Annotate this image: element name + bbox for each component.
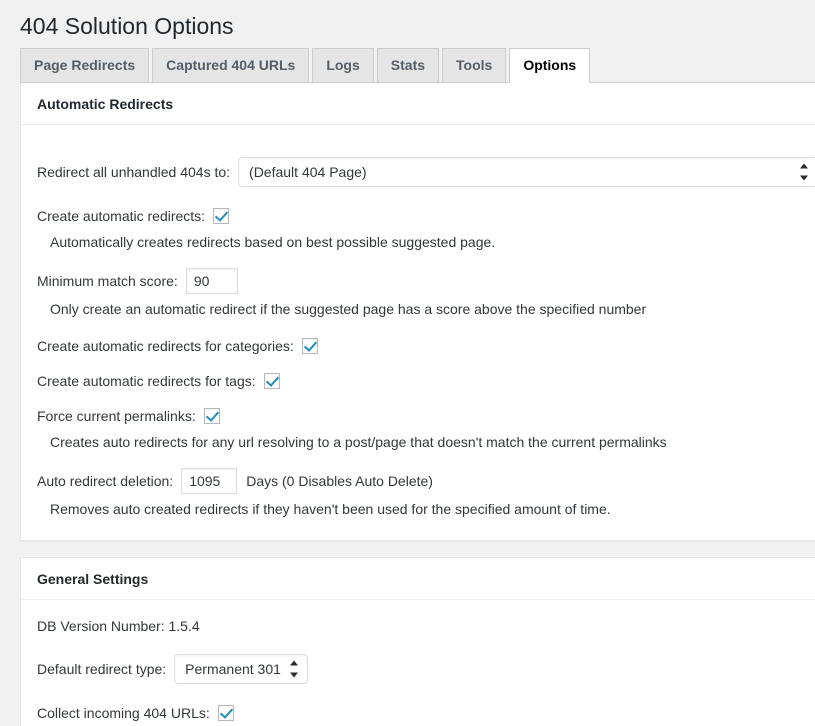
- categories-redirects-label: Create automatic redirects for categorie…: [37, 336, 294, 356]
- minimum-match-score-description: Only create an automatic redirect if the…: [37, 299, 815, 319]
- admin-page: 404 Solution Options Page Redirects Capt…: [0, 0, 815, 726]
- general-settings-body: DB Version Number: 1.5.4 Default redirec…: [21, 600, 815, 726]
- collect-404-urls-label: Collect incoming 404 URLs:: [37, 703, 210, 723]
- auto-redirect-deletion-unit: Days (0 Disables Auto Delete): [246, 471, 433, 491]
- redirect-all-select-wrap: (Default 404 Page): [230, 157, 815, 187]
- tags-redirects-row: Create automatic redirects for tags:: [37, 370, 815, 392]
- auto-redirect-deletion-input[interactable]: [181, 468, 237, 494]
- create-auto-redirects-description: Automatically creates redirects based on…: [37, 232, 815, 252]
- force-permalinks-checkbox[interactable]: [204, 408, 220, 424]
- default-redirect-type-select-wrap: Permanent 301: [166, 654, 308, 684]
- create-auto-redirects-checkbox[interactable]: [213, 208, 229, 224]
- auto-redirect-deletion-label: Auto redirect deletion:: [37, 471, 173, 491]
- tab-captured-404-urls[interactable]: Captured 404 URLs: [152, 48, 309, 83]
- automatic-redirects-panel: Automatic Redirects Redirect all unhandl…: [20, 83, 815, 541]
- default-redirect-type-select[interactable]: Permanent 301: [174, 654, 308, 684]
- categories-redirects-row: Create automatic redirects for categorie…: [37, 335, 815, 357]
- auto-redirect-deletion-row: Auto redirect deletion: Days (0 Disables…: [37, 468, 815, 494]
- db-version-number: DB Version Number: 1.5.4: [37, 616, 815, 636]
- redirect-all-label: Redirect all unhandled 404s to:: [37, 162, 230, 182]
- minimum-match-score-row: Minimum match score:: [37, 268, 815, 294]
- tab-bar: Page Redirects Captured 404 URLs Logs St…: [20, 47, 815, 83]
- force-permalinks-row: Force current permalinks:: [37, 405, 815, 427]
- collect-404-urls-row: Collect incoming 404 URLs:: [37, 702, 815, 724]
- automatic-redirects-header: Automatic Redirects: [21, 83, 815, 125]
- tab-page-redirects[interactable]: Page Redirects: [20, 48, 149, 83]
- tab-logs[interactable]: Logs: [312, 48, 373, 83]
- create-auto-redirects-row: Create automatic redirects:: [37, 205, 815, 227]
- tab-tools[interactable]: Tools: [442, 48, 506, 83]
- general-settings-panel: General Settings DB Version Number: 1.5.…: [20, 557, 815, 726]
- default-redirect-type-row: Default redirect type: Permanent 301: [37, 654, 815, 684]
- collect-404-urls-checkbox[interactable]: [218, 705, 234, 721]
- minimum-match-score-input[interactable]: [186, 268, 238, 294]
- force-permalinks-label: Force current permalinks:: [37, 406, 196, 426]
- tab-options[interactable]: Options: [509, 48, 590, 83]
- create-auto-redirects-label: Create automatic redirects:: [37, 206, 205, 226]
- automatic-redirects-body: Redirect all unhandled 404s to: (Default…: [21, 125, 815, 540]
- force-permalinks-description: Creates auto redirects for any url resol…: [37, 432, 815, 452]
- auto-redirect-deletion-description: Removes auto created redirects if they h…: [37, 499, 815, 519]
- redirect-all-select[interactable]: (Default 404 Page): [238, 157, 815, 187]
- categories-redirects-checkbox[interactable]: [302, 338, 318, 354]
- tab-stats[interactable]: Stats: [377, 48, 439, 83]
- redirect-all-row: Redirect all unhandled 404s to: (Default…: [37, 157, 815, 187]
- tags-redirects-checkbox[interactable]: [264, 373, 280, 389]
- minimum-match-score-label: Minimum match score:: [37, 271, 178, 291]
- general-settings-header: General Settings: [21, 558, 815, 600]
- tags-redirects-label: Create automatic redirects for tags:: [37, 371, 256, 391]
- page-title: 404 Solution Options: [0, 0, 815, 47]
- default-redirect-type-label: Default redirect type:: [37, 659, 166, 679]
